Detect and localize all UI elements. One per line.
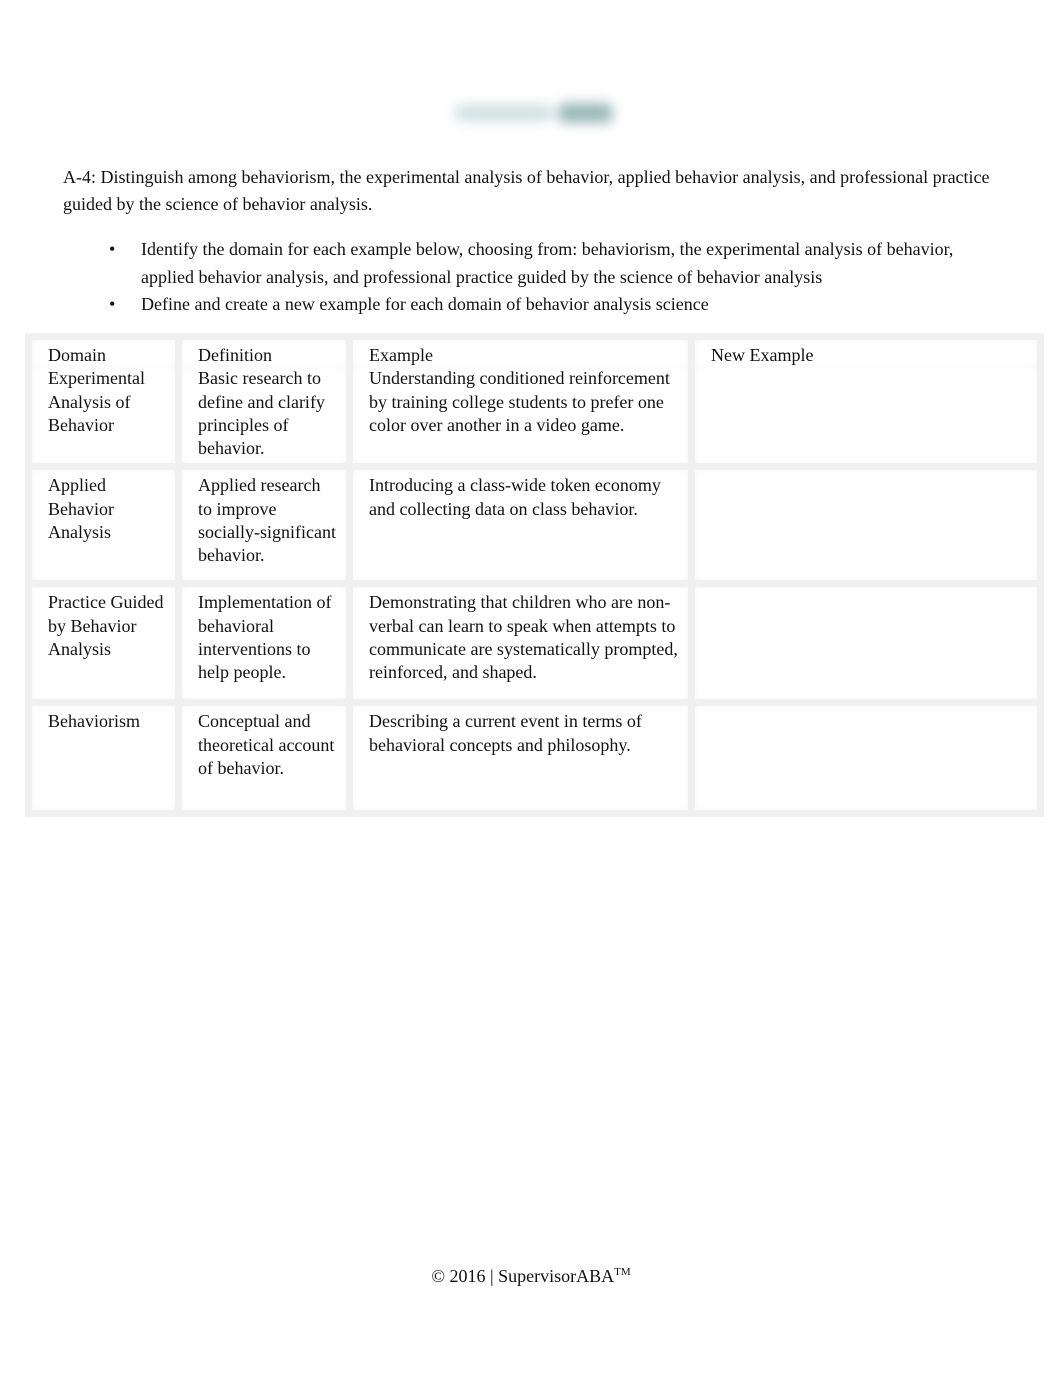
table-row: Practice Guided by Behavior Analysis Imp…	[25, 580, 1044, 707]
trademark-mark: TM	[614, 1266, 631, 1278]
cell-definition: Implementation of behavioral interventio…	[175, 580, 353, 707]
table-row: Behaviorism Conceptual and theoretical a…	[25, 699, 1044, 818]
cell-domain: Behaviorism	[25, 699, 182, 818]
logo	[448, 95, 618, 131]
instruction-item: • Identify the domain for each example b…	[63, 236, 1003, 291]
table-row: Applied Behavior Analysis Applied resear…	[25, 463, 1044, 588]
bullet-icon: •	[109, 239, 116, 259]
cell-new-example[interactable]	[688, 580, 1044, 707]
cell-definition: Conceptual and theoretical account of be…	[175, 699, 353, 818]
cell-new-example[interactable]	[688, 463, 1044, 588]
header-example: Example	[346, 333, 695, 368]
cell-new-example[interactable]	[688, 367, 1044, 471]
cell-domain: Applied Behavior Analysis	[25, 463, 182, 588]
cell-domain: Experimental Analysis of Behavior	[25, 367, 182, 471]
table-header-row: Domain Definition Example New Example	[25, 333, 1044, 368]
bullet-icon: •	[109, 294, 116, 314]
table-row: Experimental Analysis of Behavior Basic …	[25, 367, 1044, 471]
cell-new-example[interactable]	[688, 699, 1044, 818]
cell-example: Introducing a class-wide token economy a…	[346, 463, 695, 588]
domain-table: Domain Definition Example New Example Ex…	[25, 333, 1044, 833]
logo-text-part	[454, 105, 554, 121]
footer-copyright: © 2016 | SupervisorABATM	[0, 1266, 1062, 1287]
instructions-list: • Identify the domain for each example b…	[63, 236, 1003, 319]
logo-text-part-bold	[558, 103, 613, 123]
header-domain: Domain	[25, 333, 182, 368]
header-definition: Definition	[175, 333, 353, 368]
instruction-text: Identify the domain for each example bel…	[141, 239, 954, 287]
objective-heading: A-4: Distinguish among behaviorism, the …	[63, 167, 990, 214]
cell-example: Demonstrating that children who are non-…	[346, 580, 695, 707]
copyright-text: © 2016 | SupervisorABA	[431, 1266, 615, 1286]
cell-example: Describing a current event in terms of b…	[346, 699, 695, 818]
instruction-text: Define and create a new example for each…	[141, 294, 709, 314]
cell-example: Understanding conditioned reinforcement …	[346, 367, 695, 471]
header-new-example: New Example	[688, 333, 1044, 368]
cell-definition: Basic research to define and clarify pri…	[175, 367, 353, 471]
cell-definition: Applied research to improve socially-sig…	[175, 463, 353, 588]
instruction-item: • Define and create a new example for ea…	[63, 291, 1003, 319]
cell-domain: Practice Guided by Behavior Analysis	[25, 580, 182, 707]
